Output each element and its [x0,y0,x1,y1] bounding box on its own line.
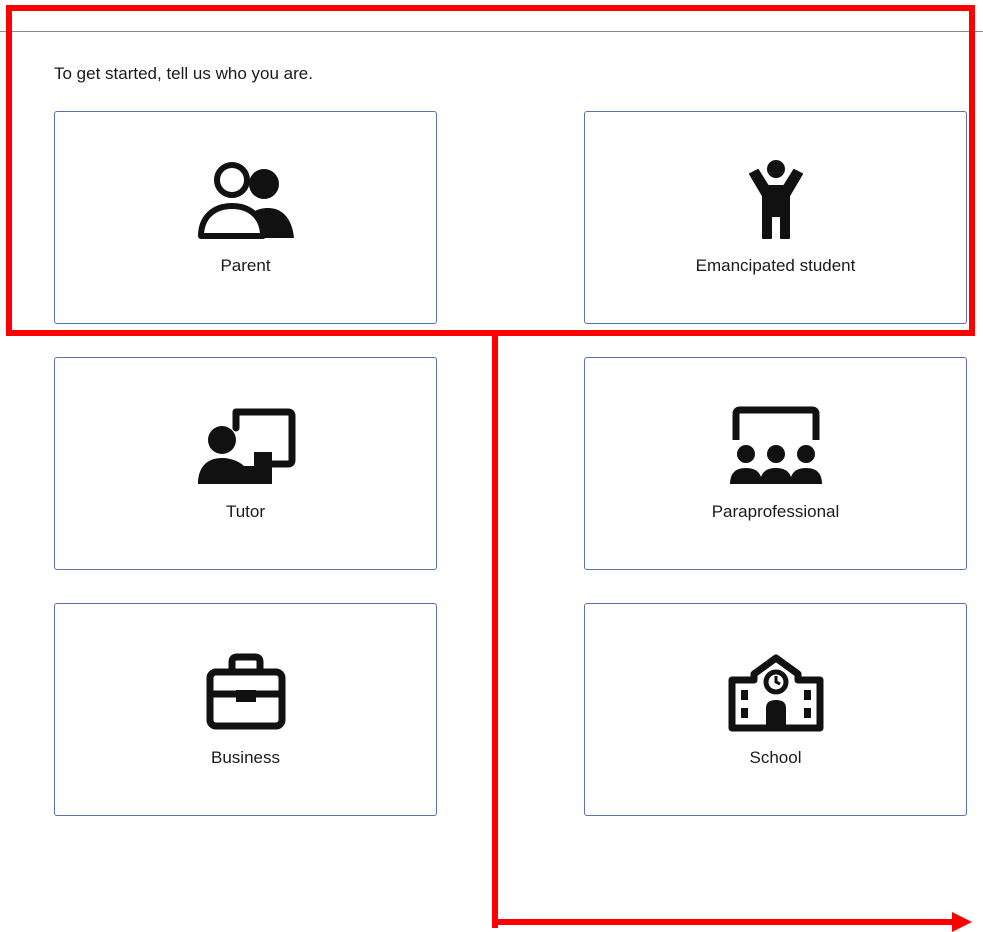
annotation-arrow-vertical [492,336,498,928]
paraprofessional-icon [726,406,826,486]
header-divider [0,31,983,32]
school-icon [726,652,826,732]
role-label: Emancipated student [695,256,856,275]
role-card-parent[interactable]: Parent [54,111,437,324]
role-label: School [749,748,802,767]
role-label: Tutor [225,502,266,521]
parent-icon [196,160,296,240]
role-label: Parent [220,256,271,275]
role-card-tutor[interactable]: Tutor [54,357,437,570]
role-card-school[interactable]: School [584,603,967,816]
role-label: Paraprofessional [711,502,840,521]
role-card-paraprofessional[interactable]: Paraprofessional [584,357,967,570]
briefcase-icon [196,652,296,732]
annotation-arrow-horizontal [492,919,958,925]
tutor-icon [196,406,296,486]
annotation-arrowhead-icon [952,912,972,932]
student-icon [726,160,826,240]
role-label: Business [211,748,280,767]
intro-text: To get started, tell us who you are. [54,64,313,83]
role-card-business[interactable]: Business [54,603,437,816]
role-card-emancipated-student[interactable]: Emancipated student [584,111,967,324]
